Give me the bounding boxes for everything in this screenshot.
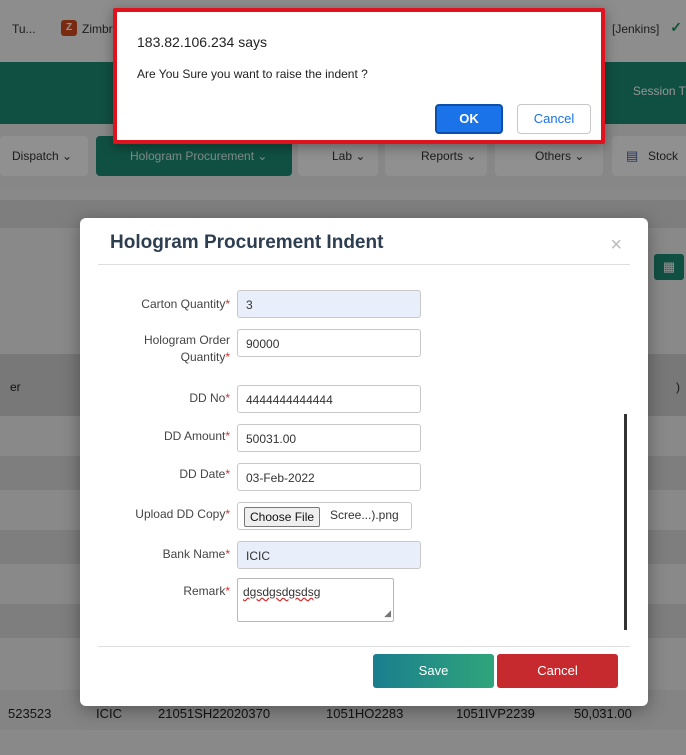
ok-button[interactable]: OK [435,104,503,134]
dialog-message: Are You Sure you want to raise the inden… [137,67,368,81]
dd-amount-label: DD Amount* [163,429,230,443]
required-marker: * [225,584,230,598]
carton-quantity-label: Carton Quantity* [141,297,230,311]
remark-label: Remark* [183,584,230,598]
hologram-order-quantity-field[interactable]: 90000 [237,329,421,357]
save-button[interactable]: Save [373,654,494,688]
dd-no-field[interactable]: 4444444444444 [237,385,421,413]
divider [98,264,630,265]
dd-amount-field[interactable]: 50031.00 [237,424,421,452]
resize-grip-icon[interactable]: ◢ [384,608,391,619]
dd-no-label: DD No* [189,391,230,405]
dialog-cancel-button[interactable]: Cancel [517,104,591,134]
required-marker: * [225,297,230,311]
required-marker: * [225,507,230,521]
hologram-order-quantity-label: Hologram Order Quantity* [143,333,230,364]
required-marker: * [225,467,230,481]
dialog-origin: 183.82.106.234 says [137,34,267,50]
modal-title: Hologram Procurement Indent [110,232,384,253]
confirm-dialog: 183.82.106.234 says Are You Sure you wan… [113,8,605,144]
remark-text: dgsdgsdgsdsg [243,585,321,599]
dd-date-label: DD Date* [179,467,230,481]
required-marker: * [225,429,230,443]
close-icon[interactable]: × [610,234,622,257]
remark-textarea[interactable]: dgsdgsdgsdsg ◢ [237,578,394,622]
required-marker: * [225,547,230,561]
bank-name-label: Bank Name* [162,547,230,561]
modal-scrollbar[interactable] [624,414,627,630]
bank-name-field[interactable]: ICIC [237,541,421,569]
dd-date-field[interactable]: 03-Feb-2022 [237,463,421,491]
carton-quantity-field[interactable]: 3 [237,290,421,318]
required-marker: * [225,350,230,364]
upload-dd-copy-label: Upload DD Copy* [135,507,230,521]
hologram-indent-modal: Hologram Procurement Indent × Carton Qua… [80,218,648,706]
required-marker: * [225,391,230,405]
cancel-button[interactable]: Cancel [497,654,618,688]
selected-file-name: Scree...).png [330,508,399,522]
upload-dd-copy-input[interactable]: Choose File Scree...).png [237,502,412,530]
divider [98,646,630,647]
choose-file-button[interactable]: Choose File [244,507,321,527]
